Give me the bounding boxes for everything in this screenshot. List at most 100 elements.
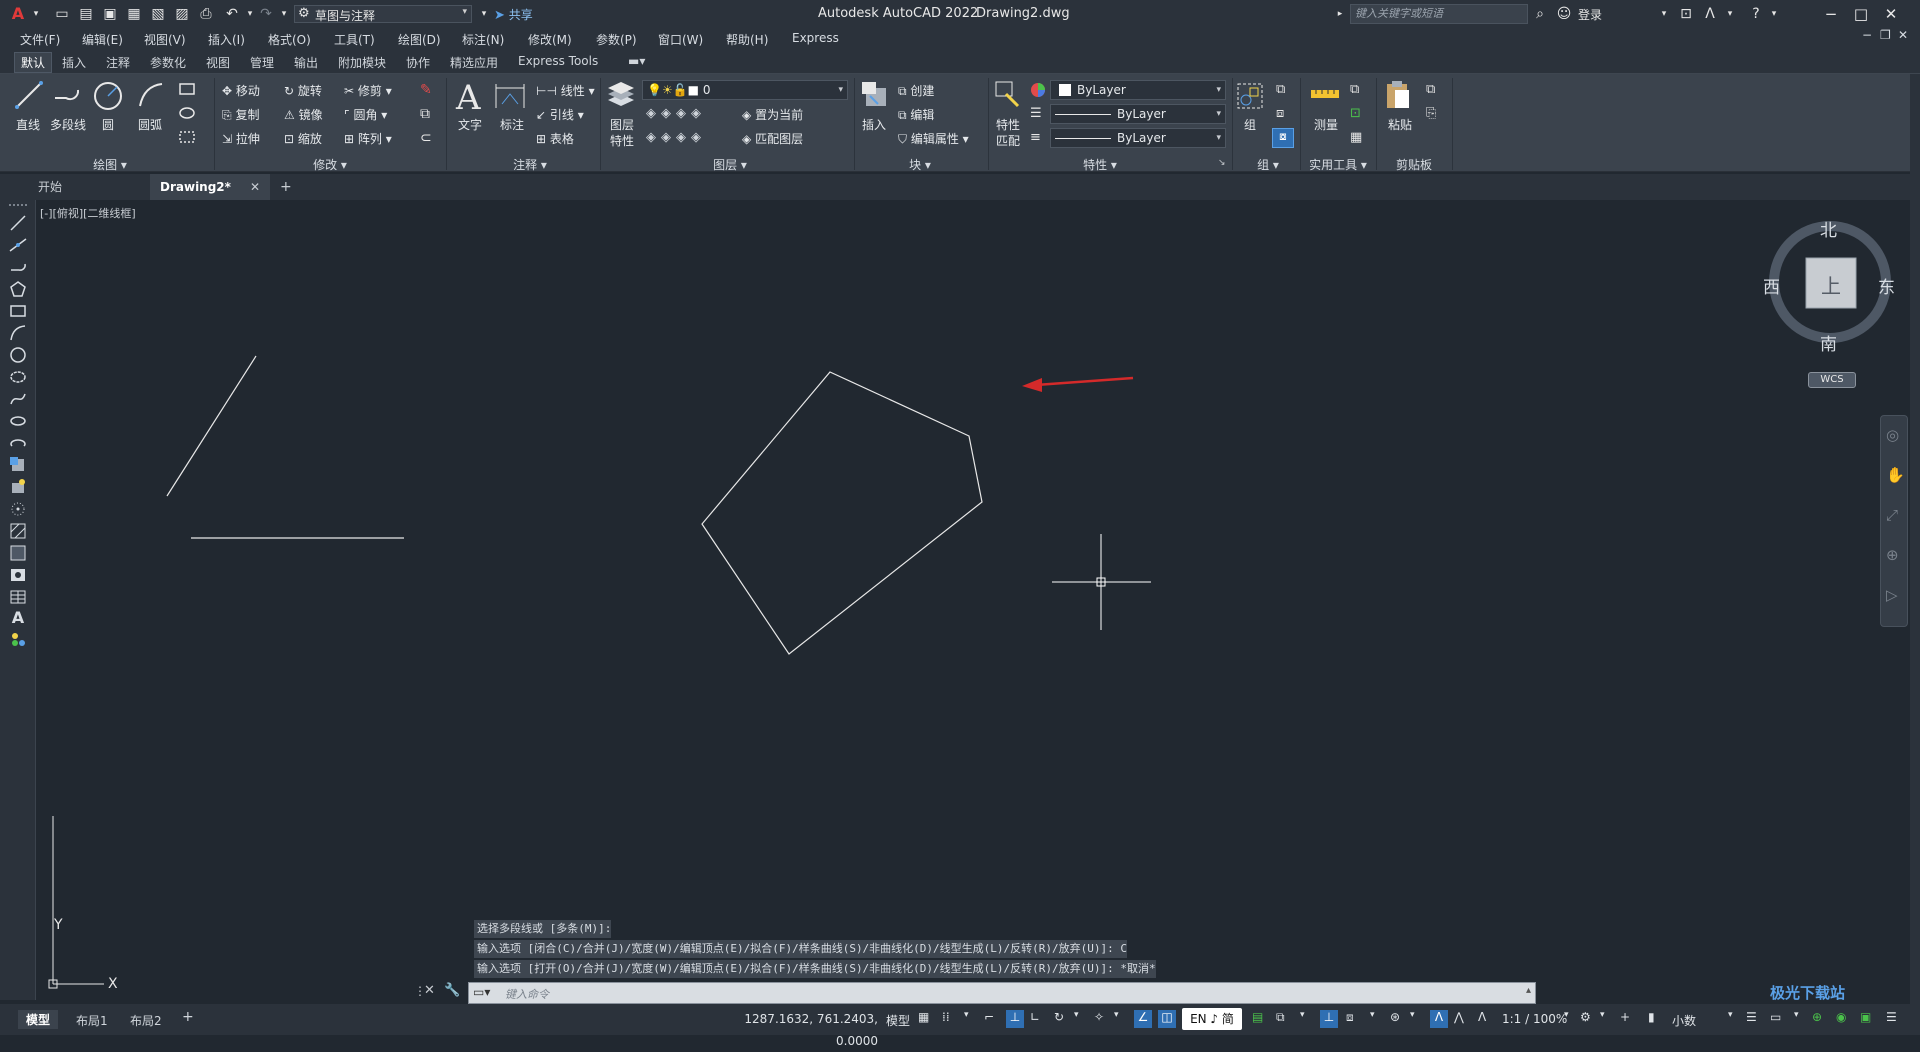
3d-osnap-icon[interactable]: ⊥ [1320, 1010, 1338, 1028]
tab-view[interactable]: 视图 [206, 54, 230, 71]
user-icon[interactable]: ☺ [1554, 4, 1574, 24]
add-layout-icon[interactable]: + [182, 1009, 194, 1025]
rectangle-icon[interactable] [178, 82, 196, 96]
toolbar-grip[interactable] [9, 204, 27, 208]
tab-addins[interactable]: 附加模块 [338, 54, 386, 71]
wrench-icon[interactable]: 🔧 [444, 983, 460, 998]
menu-tools[interactable]: 工具(T) [334, 31, 375, 48]
workspace-gear-icon[interactable]: ⚙ [1580, 1010, 1598, 1028]
ortho-icon[interactable]: ∟ [1030, 1010, 1048, 1028]
object-snap-tracking-icon[interactable]: ∠ [1134, 1010, 1152, 1028]
group-button-label[interactable]: 组 [1244, 116, 1256, 133]
open-folder-icon[interactable]: ▤ [76, 4, 96, 24]
workspace-dropdown-icon[interactable]: ▾ [1600, 1010, 1618, 1028]
infer-constraints-icon[interactable]: ⌐ [984, 1010, 1002, 1028]
tab-layout1[interactable]: 布局1 [76, 1012, 108, 1029]
spline-icon[interactable] [9, 390, 27, 408]
create-block-button[interactable]: ⧉ 创建 [898, 82, 934, 99]
leader-button[interactable]: ↙ 引线 ▾ [536, 106, 584, 123]
autodesk-app-icon[interactable]: Ʌ [1700, 4, 1720, 24]
coordinate-readout[interactable]: 1287.1632, 761.2403, 0.0000 [700, 1008, 878, 1048]
viewcube-face-label[interactable]: 上 [1821, 270, 1841, 299]
tab-start[interactable]: 开始 [18, 174, 148, 200]
grid-icon[interactable]: ▦ [918, 1010, 936, 1028]
layer-select[interactable]: 💡☀🔓■ 0 ▾ [642, 80, 848, 100]
new-tab-icon[interactable]: + [276, 174, 296, 200]
login-button[interactable]: 登录 [1578, 6, 1602, 23]
save-as-icon[interactable]: ▦ [124, 4, 144, 24]
polyline-icon[interactable] [52, 80, 82, 110]
layer-properties-label-1[interactable]: 图层 [610, 116, 634, 133]
menu-dimension[interactable]: 标注(N) [462, 31, 504, 48]
fillet-button[interactable]: ⌜ 圆角 ▾ [344, 106, 387, 123]
lock-ui-dropdown-icon[interactable]: ▾ [1794, 1010, 1812, 1028]
ellipse-arc-icon[interactable] [9, 434, 27, 452]
drawing-canvas[interactable]: Y X 北 南 东 西 上 WCS [36, 200, 1910, 1000]
mirror-button[interactable]: ⚠ 镜像 [284, 106, 323, 123]
hardware-acceleration-icon[interactable]: ◉ [1836, 1010, 1854, 1028]
tab-insert[interactable]: 插入 [62, 54, 86, 71]
layer-properties-icon[interactable] [606, 80, 636, 108]
viewcube-south[interactable]: 南 [1820, 330, 1837, 355]
doc-close-icon[interactable]: ✕ [1898, 28, 1908, 42]
ime-indicator[interactable]: EN ♪ 简 [1182, 1008, 1242, 1030]
annotation-panel-title[interactable]: 注释 ▾ [490, 156, 570, 173]
cart-icon[interactable]: ⊡ [1676, 4, 1696, 24]
line-icon[interactable] [14, 80, 44, 110]
point-icon[interactable] [9, 500, 27, 518]
lock-ui-icon[interactable]: ▭ [1770, 1010, 1788, 1028]
print-icon[interactable]: ⎙ [196, 4, 216, 24]
autocad-logo-icon[interactable]: A [8, 4, 28, 24]
object-snap-icon[interactable]: ◫ [1158, 1010, 1176, 1028]
annotation-monitor-icon[interactable]: + [1620, 1010, 1638, 1028]
scale-button[interactable]: ⊡ 缩放 [284, 130, 322, 147]
insert-button-label[interactable]: 插入 [862, 116, 886, 133]
move-button[interactable]: ✥ 移动 [222, 82, 260, 99]
color-select[interactable]: ByLayer ▾ [1050, 80, 1226, 100]
menu-draw[interactable]: 绘图(D) [398, 31, 441, 48]
customization-icon[interactable]: ☰ [1886, 1010, 1904, 1028]
arc-icon[interactable] [136, 80, 166, 110]
menu-file[interactable]: 文件(F) [20, 31, 60, 48]
viewcube-west[interactable]: 西 [1763, 273, 1780, 298]
polyline-icon[interactable] [9, 258, 27, 276]
array-button[interactable]: ⊞ 阵列 ▾ [344, 130, 392, 147]
group-selection-icon[interactable]: ⧇ [1272, 128, 1294, 148]
utilities-panel-title[interactable]: 实用工具 ▾ [1298, 156, 1378, 173]
wcs-menu-button[interactable]: WCS [1808, 372, 1856, 388]
menu-view[interactable]: 视图(V) [144, 31, 186, 48]
menu-edit[interactable]: 编辑(E) [82, 31, 123, 48]
match-properties-label-1[interactable]: 特性 [996, 116, 1020, 133]
units-icon[interactable]: ▮ [1648, 1010, 1666, 1028]
match-properties-label-2[interactable]: 匹配 [996, 132, 1020, 149]
insert-block-icon[interactable] [860, 80, 890, 110]
tab-featured-apps[interactable]: 精选应用 [450, 54, 498, 71]
region-icon[interactable] [9, 566, 27, 584]
table-button[interactable]: ⊞ 表格 [536, 130, 574, 147]
groups-panel-title[interactable]: 组 ▾ [1238, 156, 1298, 173]
line-icon[interactable] [9, 214, 27, 232]
linear-dim-button[interactable]: ⊢⊣ 线性 ▾ [536, 82, 595, 99]
text-button-label[interactable]: 文字 [458, 116, 482, 133]
auto-scale-icon[interactable]: ⋀ [1454, 1010, 1472, 1028]
block-panel-title[interactable]: 块 ▾ [880, 156, 960, 173]
help-icon[interactable]: ? [1746, 4, 1766, 24]
orbit-icon[interactable]: ⊕ [1886, 546, 1899, 564]
viewcube-east[interactable]: 东 [1878, 273, 1895, 298]
circle-button-label[interactable]: 圆 [102, 116, 114, 133]
quick-select-icon[interactable]: ⧉ [1350, 82, 1359, 97]
diagonal-line-entity[interactable] [166, 355, 257, 497]
tab-model[interactable]: 模型 [18, 1010, 59, 1029]
dynamic-ucs-icon[interactable]: ⧈ [1346, 1010, 1364, 1028]
construction-line-icon[interactable] [9, 236, 27, 254]
login-dropdown-icon[interactable]: ▾ [1654, 4, 1674, 24]
modify-panel-title[interactable]: 修改 ▾ [290, 156, 370, 173]
workspace-select[interactable]: ⚙ 草图与注释 ▾ [294, 5, 472, 23]
menu-modify[interactable]: 修改(M) [528, 31, 572, 48]
doc-restore-icon[interactable]: ❐ [1880, 28, 1891, 42]
snap-dropdown-icon[interactable]: ▾ [964, 1010, 982, 1028]
dynamic-input-icon[interactable]: ⊥ [1006, 1010, 1024, 1028]
lineweight-icon[interactable]: ≡ [1030, 130, 1041, 145]
new-file-icon[interactable]: ▭ [52, 4, 72, 24]
hatch-icon[interactable] [9, 522, 27, 540]
